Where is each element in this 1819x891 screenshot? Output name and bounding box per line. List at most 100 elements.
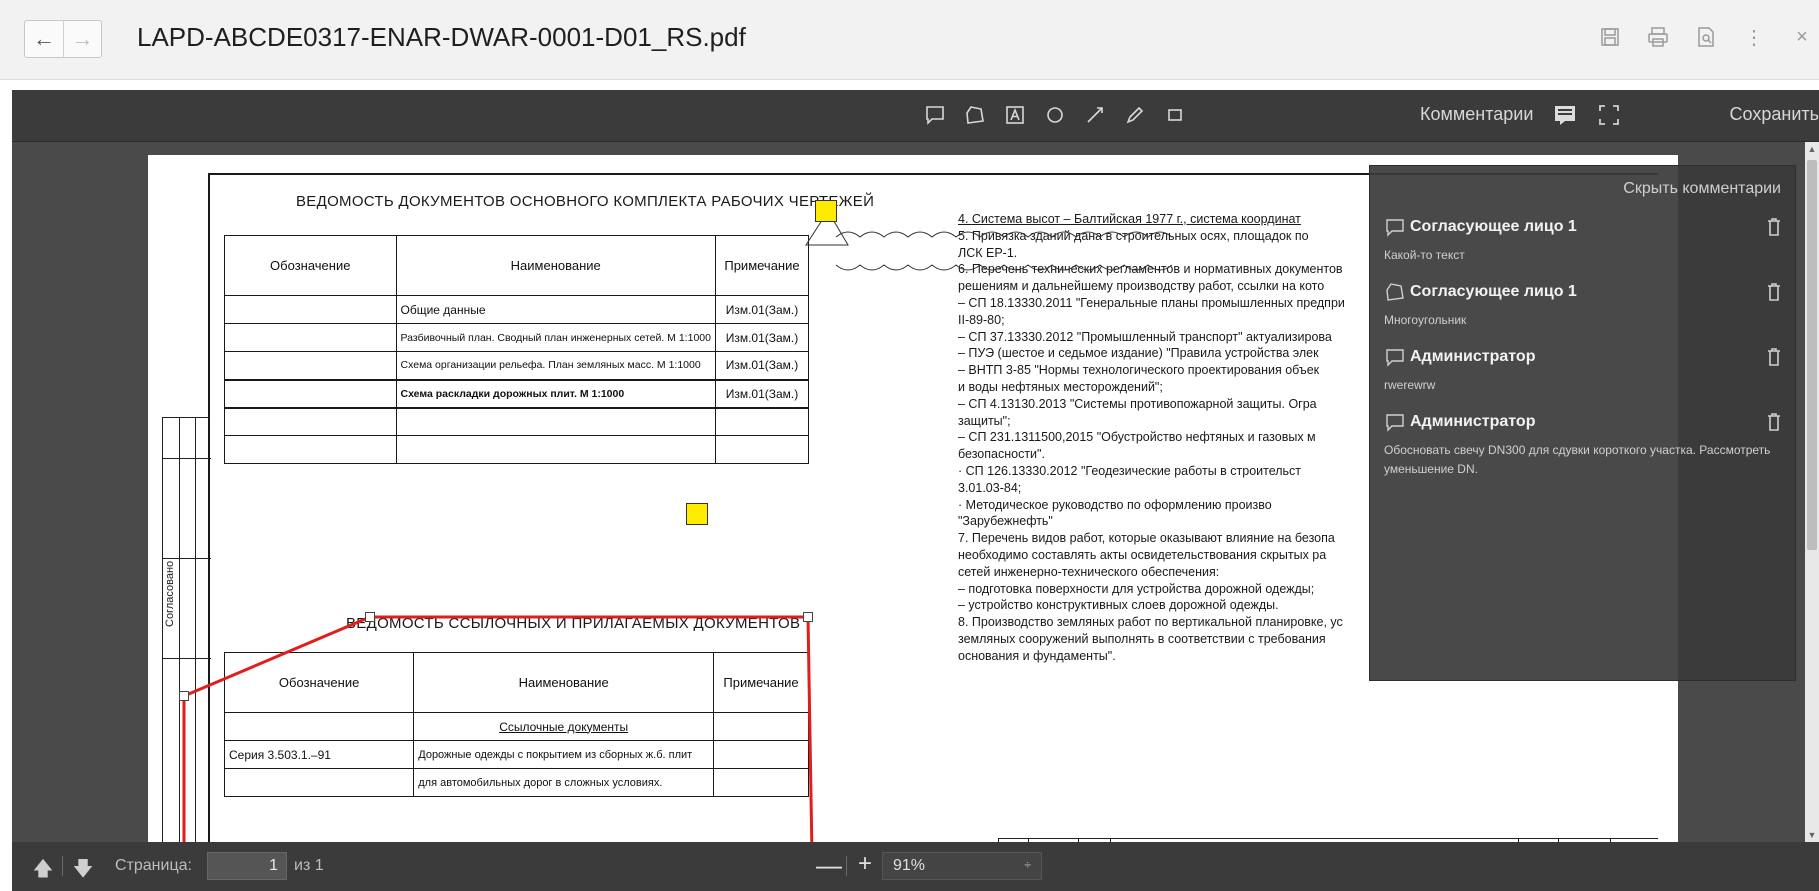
polygon-icon: [1386, 283, 1404, 301]
save-button[interactable]: Сохранить: [1730, 104, 1819, 125]
table-row: Схема организации рельефа. План земляных…: [224, 351, 810, 380]
comment-text: Многоугольник: [1384, 313, 1467, 327]
table-cell: [224, 323, 397, 352]
table-row: [224, 435, 810, 464]
table-cell: [713, 712, 809, 741]
comment-author: Администратор: [1410, 413, 1536, 430]
scrollbar-thumb[interactable]: [1807, 160, 1817, 550]
zoom-out-button[interactable]: —: [816, 850, 842, 881]
comment-item[interactable]: Администратор Обосновать свечу DN300 для…: [1384, 411, 1784, 479]
strip-divider: [163, 658, 211, 659]
polygon-handle[interactable]: [179, 691, 189, 701]
table-cell: [714, 406, 810, 436]
comment-text: Какой-то текст: [1384, 248, 1465, 262]
comment-text: rwerewrw: [1384, 378, 1436, 392]
table-cell: Изм.01(Зам.): [714, 323, 810, 352]
table-header-row: Обозначение Наименование Примечание: [223, 652, 809, 713]
comments-panel: Скрыть комментарии Согласующее лицо 1 Ка…: [1369, 165, 1796, 681]
table-cell: [713, 740, 809, 769]
table-cell: Ссылочные документы: [413, 712, 715, 741]
comment-item[interactable]: Согласующее лицо 1 Какой-то текст: [1384, 216, 1784, 265]
fullscreen-icon[interactable]: [1596, 102, 1622, 128]
polygon-tool-icon[interactable]: [962, 102, 988, 128]
table-cell: [713, 768, 809, 797]
status-bar: 🡅 🡇 Страница: 1 из 1 — + 91% ÷: [12, 842, 1819, 891]
table-cell: Серия 3.503.1.–91: [223, 740, 415, 769]
references-table: Обозначение Наименование Примечание Ссыл…: [223, 652, 809, 797]
line-tool-icon[interactable]: [1082, 102, 1108, 128]
trash-icon[interactable]: [1764, 216, 1784, 238]
trash-icon[interactable]: [1764, 346, 1784, 368]
zoom-value: 91%: [893, 857, 926, 874]
table-header: Примечание: [714, 235, 810, 296]
back-button[interactable]: ←: [25, 21, 63, 57]
table-cell: Дорожные одежды с покрытием из сборных ж…: [413, 740, 715, 769]
preview-icon[interactable]: [1693, 24, 1719, 50]
table-cell: для автомобильных дорог в сложных услови…: [413, 768, 715, 797]
table-cell: [224, 406, 397, 436]
print-icon[interactable]: [1645, 24, 1671, 50]
zoom-in-button[interactable]: +: [858, 850, 872, 878]
scroll-up-icon[interactable]: ▲: [1805, 142, 1819, 156]
table-header: Обозначение: [223, 652, 415, 713]
prev-page-icon[interactable]: 🡅: [32, 854, 54, 880]
vertical-scrollbar[interactable]: ▲ ▼: [1805, 142, 1819, 842]
strip-label: Согласовано: [164, 560, 176, 627]
table-cell: [224, 435, 397, 464]
comment-author: Согласующее лицо 1: [1410, 218, 1577, 235]
comment-item[interactable]: Согласующее лицо 1 Многоугольник: [1384, 281, 1784, 330]
table-cell: [395, 406, 716, 436]
table-row: Разбивочный план. Сводный план инженерны…: [224, 323, 810, 352]
table-cell: Разбивочный план. Сводный план инженерны…: [395, 323, 716, 352]
text-box-tool-icon[interactable]: [1002, 102, 1028, 128]
comment-item[interactable]: Администратор rwerewrw: [1384, 346, 1784, 395]
page-label: Страница:: [115, 857, 192, 874]
page-count: из 1: [294, 857, 324, 874]
table-cell: [224, 378, 397, 408]
table-row: Серия 3.503.1.–91 Дорожные одежды с покр…: [223, 740, 809, 769]
annotation-toolbar: Комментарии Сохранить: [12, 90, 1819, 142]
page-number-input[interactable]: 1: [207, 852, 287, 880]
table-header: Обозначение: [224, 235, 397, 296]
scroll-down-icon[interactable]: ▼: [1805, 828, 1819, 842]
title-actions: ⋮ ×: [1597, 24, 1819, 50]
close-icon[interactable]: ×: [1789, 24, 1815, 50]
hide-comments-button[interactable]: Скрыть комментарии: [1623, 180, 1781, 198]
comment-marker-icon[interactable]: [686, 503, 708, 525]
table-header: Наименование: [413, 652, 715, 713]
next-page-icon[interactable]: 🡇: [72, 854, 94, 880]
comment-marker-icon[interactable]: [815, 200, 837, 222]
table-cell: [714, 435, 810, 464]
table-row: Общие данные Изм.01(Зам.): [224, 295, 810, 324]
comment-tool-icon[interactable]: [922, 102, 948, 128]
comments-toggle-icon[interactable]: [1552, 102, 1578, 128]
save-icon[interactable]: [1597, 24, 1623, 50]
forward-button[interactable]: →: [63, 21, 101, 57]
comments-label[interactable]: Комментарии: [1420, 104, 1533, 125]
speech-bubble-icon: [1386, 414, 1404, 432]
table-header-row: Обозначение Наименование Примечание: [224, 235, 810, 296]
ellipse-tool-icon[interactable]: [1042, 102, 1068, 128]
table-cell: [223, 768, 415, 797]
polygon-handle[interactable]: [803, 612, 813, 622]
more-icon[interactable]: ⋮: [1741, 24, 1767, 50]
table-cell: Изм.01(Зам.): [714, 378, 810, 408]
trash-icon[interactable]: [1764, 411, 1784, 433]
comment-text: Обосновать свечу DN300 для сдувки коротк…: [1384, 443, 1771, 476]
speech-bubble-icon: [1386, 349, 1404, 367]
comment-author: Администратор: [1410, 348, 1536, 365]
table-header: Примечание: [713, 652, 809, 713]
table-header: Наименование: [395, 235, 716, 296]
pencil-tool-icon[interactable]: [1122, 102, 1148, 128]
trash-icon[interactable]: [1764, 281, 1784, 303]
title-bar: ← → LAPD-ABCDE0317-ENAR-DWAR-0001-D01_RS…: [0, 0, 1819, 80]
table-cell: [224, 295, 397, 324]
strip-divider: [195, 418, 196, 855]
annotation-tools: [922, 102, 1188, 128]
strip-divider: [163, 458, 211, 459]
polygon-handle[interactable]: [365, 612, 375, 622]
table-cell: Общие данные: [395, 295, 716, 324]
rectangle-tool-icon[interactable]: [1162, 102, 1188, 128]
table-cell: [395, 435, 716, 464]
zoom-select[interactable]: 91% ÷: [882, 852, 1042, 880]
